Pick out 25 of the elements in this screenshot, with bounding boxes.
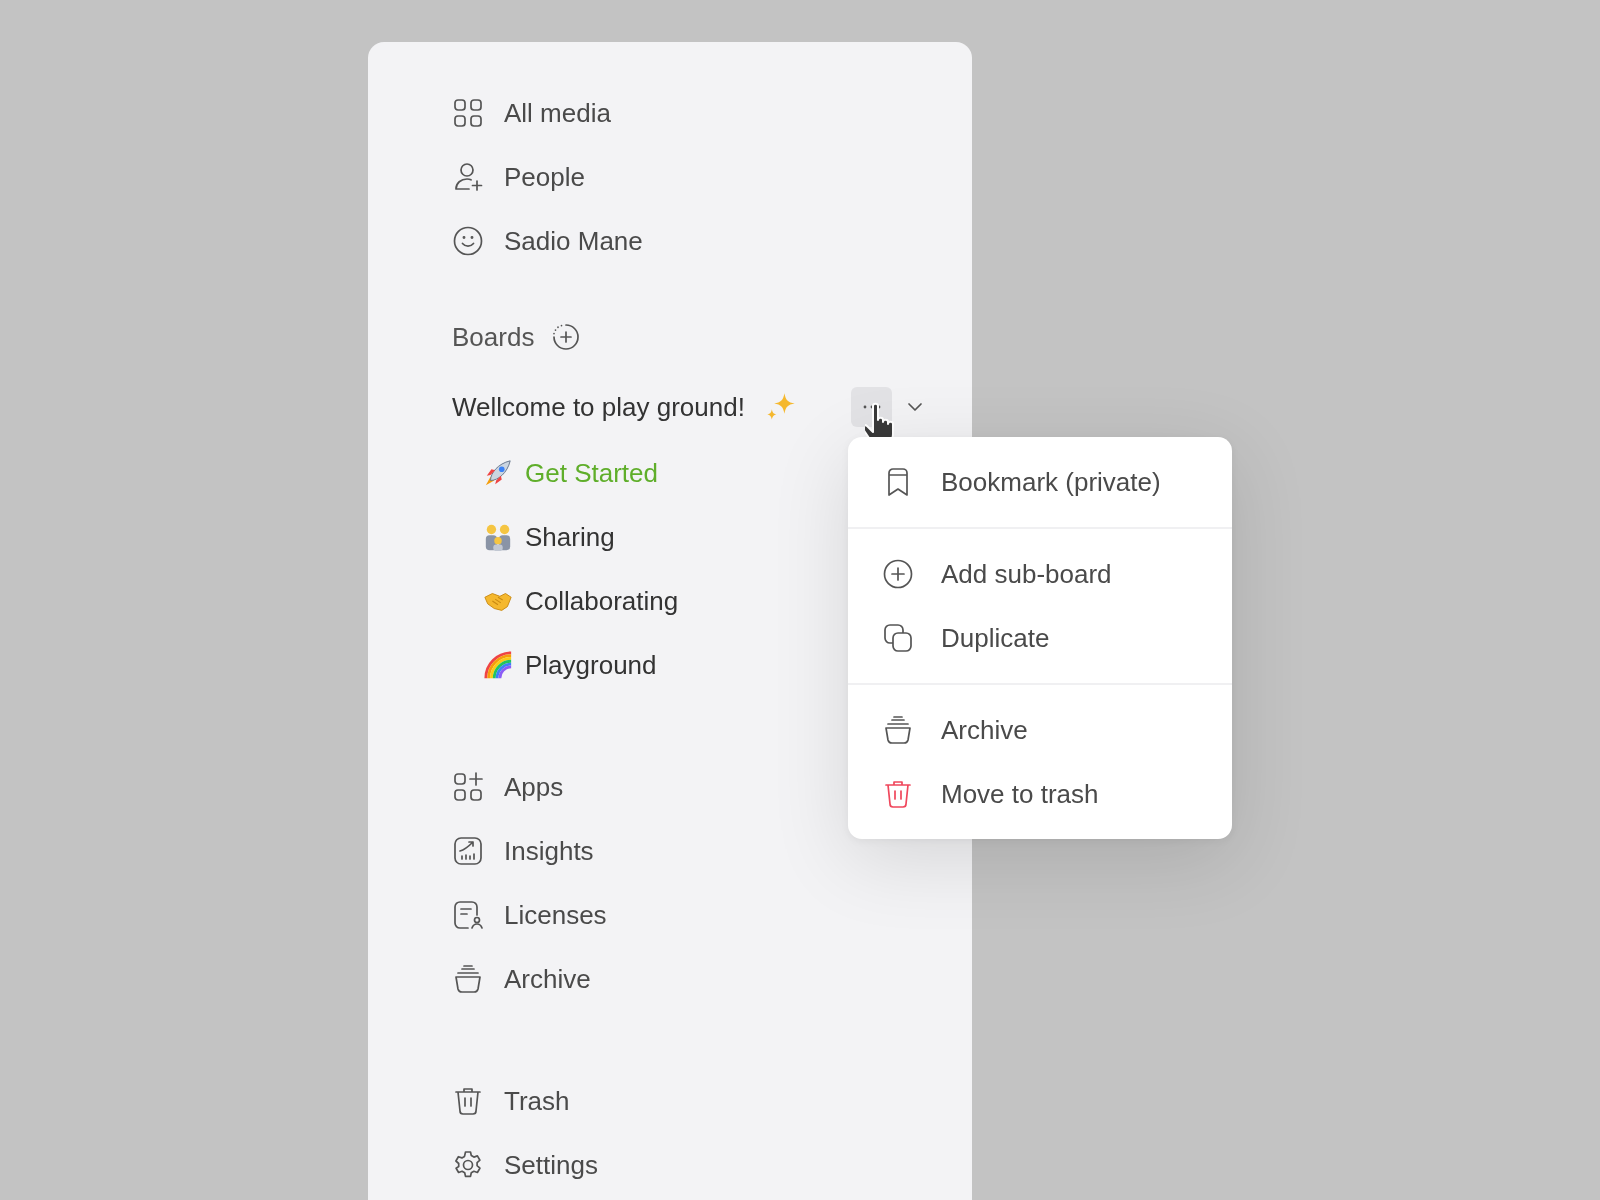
trash-icon	[452, 1085, 484, 1117]
archive-icon	[452, 963, 484, 995]
sidebar-item[interactable]: Trash	[452, 1069, 932, 1133]
document-person-icon	[452, 899, 484, 931]
rainbow-icon	[483, 650, 513, 680]
chart-icon	[452, 835, 484, 867]
sidebar-item[interactable]: Licenses	[452, 883, 932, 947]
sidebar-item[interactable]: Settings	[452, 1133, 932, 1197]
grid-icon	[452, 97, 484, 129]
rocket-icon	[483, 458, 513, 488]
sidebar-item[interactable]: All media	[452, 81, 932, 145]
add-board-button[interactable]	[552, 323, 581, 351]
apps-icon	[452, 771, 484, 803]
board-title[interactable]: Wellcome to play ground!	[452, 391, 745, 423]
sidebar-item[interactable]: People	[452, 145, 932, 209]
sidebar-item[interactable]: Sadio Mane	[452, 209, 932, 273]
trash-icon	[882, 778, 914, 810]
smiley-icon	[452, 225, 484, 257]
section-title: Boards	[452, 321, 535, 353]
add-circle-icon	[882, 558, 914, 590]
family-icon	[483, 522, 513, 552]
sidebar-item[interactable]: Archive	[452, 947, 932, 1011]
person-add-icon	[452, 161, 484, 193]
archive-icon	[882, 714, 914, 746]
duplicate-icon	[882, 622, 914, 654]
